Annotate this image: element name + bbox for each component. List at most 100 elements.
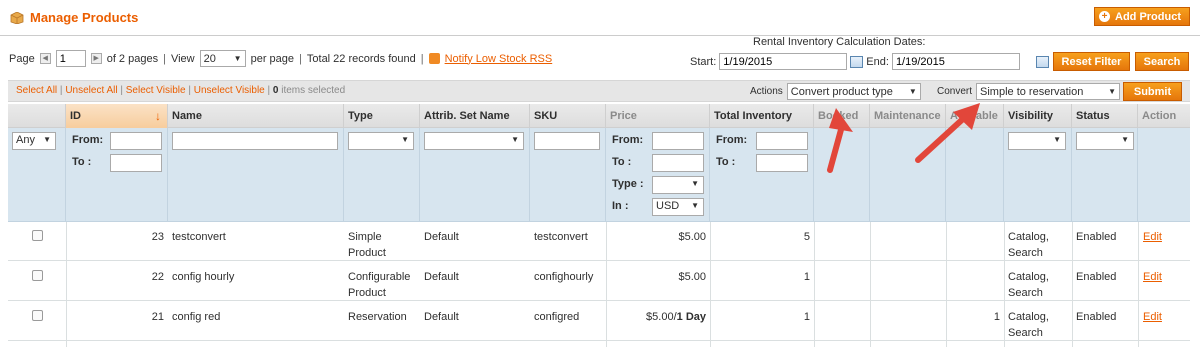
add-product-button[interactable]: + Add Product xyxy=(1094,7,1190,26)
type-filter-select[interactable]: ▼ xyxy=(348,132,414,150)
cell-price: $5.00/1 Day xyxy=(608,309,706,325)
cell-id: 23 xyxy=(151,231,164,243)
vis-line2: Search xyxy=(1008,247,1043,259)
sku-filter-input[interactable] xyxy=(534,132,600,150)
table-row[interactable]: 23 testconvert Simple Product Default tes… xyxy=(8,222,1190,261)
cell-status: Enabled xyxy=(1076,231,1117,243)
vis-line1: Catalog, xyxy=(1008,271,1049,283)
id-from-input[interactable] xyxy=(110,132,162,150)
id-to-input[interactable] xyxy=(110,154,162,172)
col-status[interactable]: Status xyxy=(1072,104,1138,128)
price-suffix: 1 Day xyxy=(676,311,706,323)
status-filter-select[interactable]: ▼ xyxy=(1076,132,1134,150)
convert-select[interactable]: Simple to reservation ▼ xyxy=(976,83,1121,100)
type-line2: Product xyxy=(348,247,386,259)
row-checkbox[interactable] xyxy=(32,270,43,281)
col-checkbox xyxy=(8,104,66,128)
next-page-icon[interactable]: ▶ xyxy=(90,53,102,64)
cell-name: config red xyxy=(172,311,221,323)
col-id-label: ID xyxy=(70,110,81,122)
col-id[interactable]: ID ↓ xyxy=(66,104,168,128)
add-product-label: Add Product xyxy=(1115,10,1181,23)
cell-status: Enabled xyxy=(1076,271,1117,283)
cell-price: $5.00 xyxy=(608,229,706,245)
unselect-all-link[interactable]: Unselect All xyxy=(65,85,117,96)
inventory-from-label: From: xyxy=(716,134,748,146)
chevron-down-icon: ▼ xyxy=(233,54,242,63)
any-select[interactable]: Any ▼ xyxy=(12,132,56,150)
price-main: $5.00 xyxy=(678,271,706,283)
calendar-icon[interactable] xyxy=(850,55,864,68)
cell-attrib: Default xyxy=(424,231,459,243)
col-visibility[interactable]: Visibility xyxy=(1004,104,1072,128)
cell-name: testconvert xyxy=(172,231,226,243)
row-checkbox[interactable] xyxy=(32,310,43,321)
price-type-select[interactable]: ▼ xyxy=(652,176,704,194)
rental-dates: Start: End: xyxy=(690,53,1049,70)
per-page-select[interactable]: 20 ▼ xyxy=(199,50,246,67)
col-price[interactable]: Price xyxy=(606,104,710,128)
inventory-from-input[interactable] xyxy=(756,132,808,150)
name-filter-input[interactable] xyxy=(172,132,338,150)
filter-booked-cell xyxy=(814,128,870,222)
currency-select[interactable]: USD ▼ xyxy=(652,198,704,216)
per-page-value: 20 xyxy=(203,52,216,65)
col-available[interactable]: Available xyxy=(946,104,1004,128)
cell-sku: confighourly xyxy=(534,271,594,283)
cell-inventory: 5 xyxy=(803,231,810,243)
cell-available: 1 xyxy=(993,311,1000,323)
col-booked[interactable]: Booked xyxy=(814,104,870,128)
total-records: Total 22 records found xyxy=(306,52,416,65)
price-from-input[interactable] xyxy=(652,132,704,150)
select-all-link[interactable]: Select All xyxy=(16,85,57,96)
prev-page-icon[interactable]: ◀ xyxy=(39,53,51,64)
submit-button[interactable]: Submit xyxy=(1123,82,1182,101)
price-to-input[interactable] xyxy=(652,154,704,172)
page-input[interactable] xyxy=(55,50,86,67)
cell-sku: testconvert xyxy=(534,231,588,243)
price-type-label: Type : xyxy=(612,178,644,190)
start-date-input[interactable] xyxy=(719,53,848,70)
actions-select[interactable]: Convert product type ▼ xyxy=(786,83,921,100)
sort-desc-icon: ↓ xyxy=(155,109,161,123)
end-date-input[interactable] xyxy=(891,53,1020,70)
search-button[interactable]: Search xyxy=(1135,52,1189,71)
row-checkbox[interactable] xyxy=(32,230,43,241)
notify-low-stock-link[interactable]: Notify Low Stock RSS xyxy=(445,53,553,65)
box-icon xyxy=(10,11,24,24)
col-type[interactable]: Type xyxy=(344,104,420,128)
col-maintenance[interactable]: Maintenance xyxy=(870,104,946,128)
col-name[interactable]: Name xyxy=(168,104,344,128)
edit-link[interactable]: Edit xyxy=(1143,269,1162,285)
visibility-filter-select[interactable]: ▼ xyxy=(1008,132,1066,150)
col-action: Action xyxy=(1142,110,1177,122)
edit-link[interactable]: Edit xyxy=(1143,309,1162,325)
col-total-inventory[interactable]: Total Inventory xyxy=(710,104,814,128)
edit-link[interactable]: Edit xyxy=(1143,229,1162,245)
chevron-down-icon: ▼ xyxy=(908,87,917,96)
chevron-down-icon: ▼ xyxy=(43,135,51,144)
end-label: End: xyxy=(866,55,889,68)
price-main: $5.00 xyxy=(678,231,706,243)
actions-value: Convert product type xyxy=(790,85,893,98)
select-visible-link[interactable]: Select Visible xyxy=(126,85,186,96)
reset-filter-button[interactable]: Reset Filter xyxy=(1053,52,1130,71)
cell-attrib: Default xyxy=(424,271,459,283)
chevron-down-icon: ▼ xyxy=(1108,87,1117,96)
col-attrib-set[interactable]: Attrib. Set Name xyxy=(420,104,530,128)
cell-inventory: 1 xyxy=(803,311,810,323)
mass-select-links: Select All | Unselect All | Select Visib… xyxy=(16,85,345,96)
calendar-icon[interactable] xyxy=(1035,55,1049,68)
filter-row: Any ▼ From: To : ▼ ▼ From: To : Type : ▼… xyxy=(8,128,1190,222)
vis-line1: Catalog, xyxy=(1008,231,1049,243)
inventory-to-input[interactable] xyxy=(756,154,808,172)
col-sku[interactable]: SKU xyxy=(530,104,606,128)
table-row[interactable]: 21 config red Reservation Default config… xyxy=(8,302,1190,341)
unselect-visible-link[interactable]: Unselect Visible xyxy=(194,85,265,96)
chevron-down-icon: ▼ xyxy=(511,135,519,144)
table-row[interactable]: 22 config hourly Configurable Product Def… xyxy=(8,262,1190,301)
convert-value: Simple to reservation xyxy=(980,85,1084,98)
vis-line2: Search xyxy=(1008,327,1043,339)
filter-attrib-cell: ▼ xyxy=(420,128,530,222)
attrib-filter-select[interactable]: ▼ xyxy=(424,132,524,150)
